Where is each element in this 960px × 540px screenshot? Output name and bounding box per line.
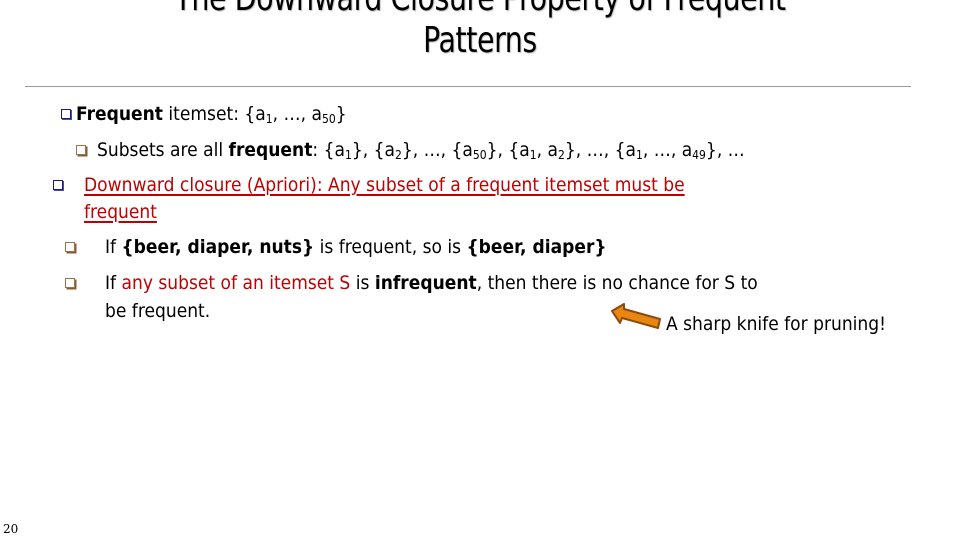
- bullet-infrequent-subset: If any subset of an itemset S is infrequ…: [105, 271, 758, 295]
- page-number: 20: [3, 522, 19, 536]
- term-frequent: Frequent: [76, 103, 163, 125]
- text: : {a: [312, 139, 345, 161]
- subscript: 1: [529, 148, 537, 162]
- text: itemset: {a: [162, 103, 266, 125]
- text: }, …, {a: [564, 139, 636, 161]
- text: }: [335, 103, 347, 125]
- subscript: 2: [394, 148, 402, 162]
- bullet-downward-closure-line1: Downward closure (Apriori): Any subset o…: [84, 174, 685, 196]
- bullet-subsets-frequent: Subsets are all frequent: {a1}, {a2}, …,…: [97, 138, 745, 162]
- subscript: 50: [472, 148, 487, 162]
- bullet-downward-closure-line2: frequent: [84, 201, 157, 223]
- bullet-frequent-itemset: Frequent itemset: {a1, …, a50}: [76, 102, 347, 126]
- text: }, {a: [486, 139, 530, 161]
- square-bullet-icon: [65, 242, 75, 252]
- itemset-beer-diaper-nuts: {beer, diaper, nuts}: [121, 236, 315, 258]
- title-divider: [25, 86, 911, 87]
- callout-text: A sharp knife for pruning!: [666, 313, 886, 335]
- title-line-1: The Downward Closure Property of Frequen…: [58, 0, 903, 20]
- subscript: 50: [321, 112, 336, 126]
- subscript: 49: [692, 148, 706, 162]
- text: If: [105, 272, 122, 294]
- subscript: 1: [635, 148, 643, 162]
- title-line-2: Patterns: [423, 20, 537, 61]
- text: , then there is no chance for S to: [476, 272, 758, 294]
- emphasis-any-subset: any subset of an itemset S: [121, 272, 351, 294]
- text: is frequent, so is: [314, 236, 467, 258]
- bullet-beer-diaper: If {beer, diaper, nuts} is frequent, so …: [105, 235, 607, 259]
- square-bullet-icon: [53, 180, 63, 190]
- text: }, …: [705, 139, 745, 161]
- text: }, …, {a: [401, 139, 473, 161]
- text: If: [105, 236, 122, 258]
- text: }, {a: [351, 139, 395, 161]
- title-text: The Downward Closure Property of Frequen…: [58, 0, 903, 62]
- text: , …, a: [272, 103, 322, 125]
- square-bullet-icon: [65, 278, 75, 288]
- square-bullet-icon: [61, 109, 71, 119]
- itemset-beer-diaper: {beer, diaper}: [466, 236, 607, 258]
- arrow-up-left-icon: [611, 303, 661, 329]
- text: , a: [536, 139, 559, 161]
- term-infrequent: infrequent: [374, 272, 477, 294]
- subscript: 2: [558, 148, 565, 162]
- text: is: [350, 272, 375, 294]
- bullet-infrequent-subset-line2: be frequent.: [105, 300, 211, 322]
- arrow-shape: [611, 303, 661, 329]
- square-bullet-icon: [76, 145, 86, 155]
- text: Subsets are all: [97, 139, 229, 161]
- term-frequent: frequent: [228, 139, 313, 161]
- text: , …, a: [642, 139, 693, 161]
